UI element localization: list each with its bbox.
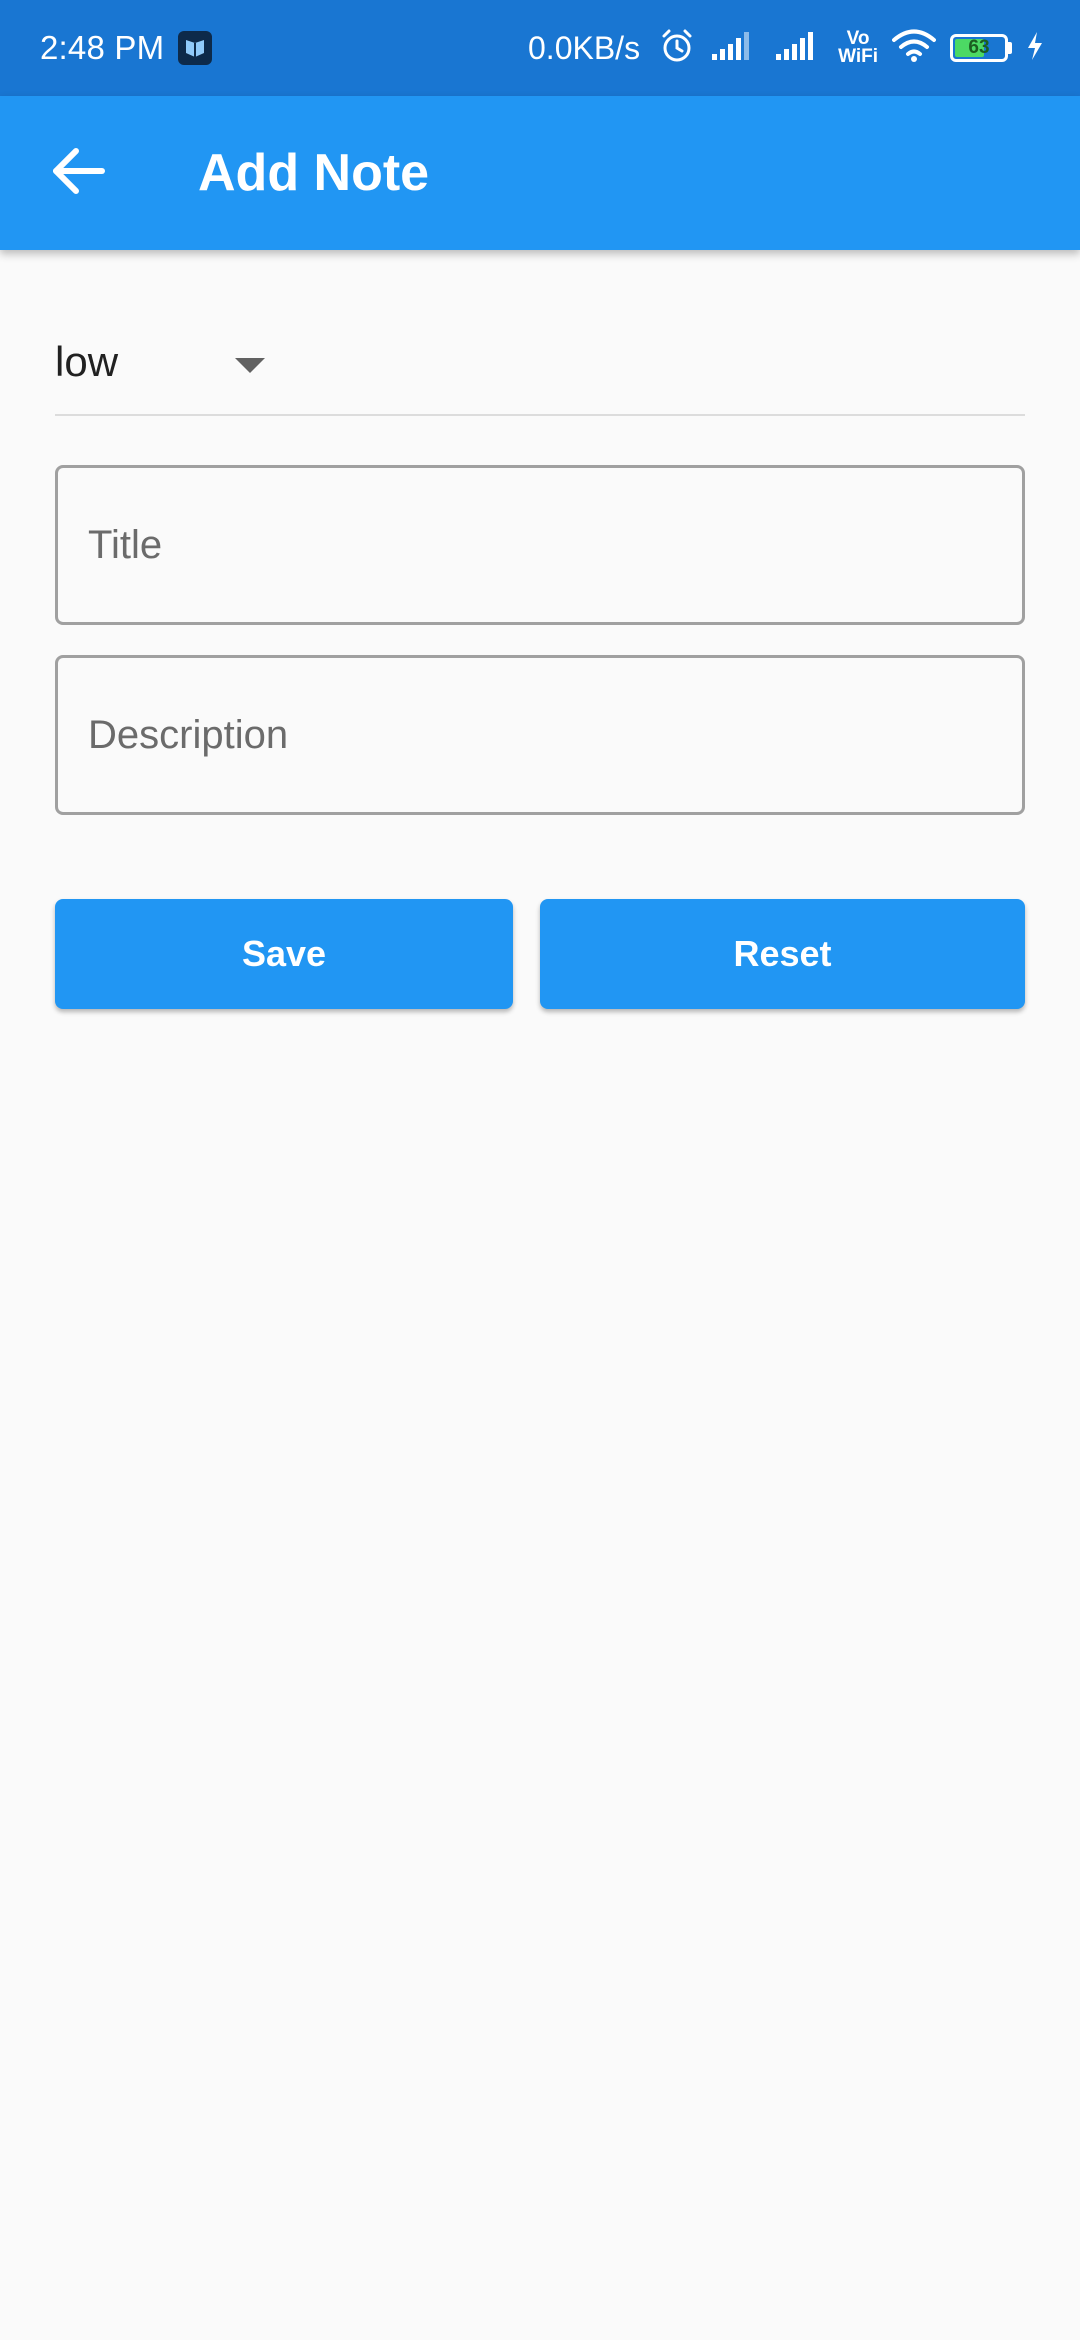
vowifi-indicator: Vo WiFi (838, 29, 878, 67)
reset-button[interactable]: Reset (540, 899, 1025, 1009)
status-left: 2:48 PM (40, 29, 213, 67)
arrow-back-icon (48, 141, 108, 206)
battery-icon: 63 (950, 34, 1012, 62)
priority-selected-value: low (55, 338, 119, 385)
status-bar: 2:48 PM 0.0KB/s Vo WiFi 63 (0, 0, 1080, 96)
charging-icon (1026, 31, 1044, 66)
battery-tip (1008, 42, 1012, 54)
battery-level: 63 (968, 37, 990, 58)
dropdown-arrow-icon (235, 358, 265, 373)
page-title: Add Note (198, 144, 430, 202)
wifi-icon (892, 29, 936, 68)
app-shield-icon (178, 31, 213, 65)
status-right: 0.0KB/s Vo WiFi 63 (528, 27, 1044, 70)
priority-dropdown[interactable]: low (55, 330, 1025, 416)
app-bar: Add Note (0, 96, 1080, 250)
back-button[interactable] (38, 133, 118, 213)
vowifi-bottom: WiFi (838, 46, 878, 67)
network-speed: 0.0KB/s (528, 29, 641, 66)
alarm-icon (658, 27, 696, 70)
save-button[interactable]: Save (55, 899, 513, 1009)
signal-icon (710, 30, 760, 67)
title-input[interactable] (55, 465, 1025, 625)
battery-body: 63 (950, 34, 1008, 62)
status-time: 2:48 PM (40, 29, 165, 66)
signal-icon (774, 30, 824, 67)
description-input[interactable] (55, 655, 1025, 815)
